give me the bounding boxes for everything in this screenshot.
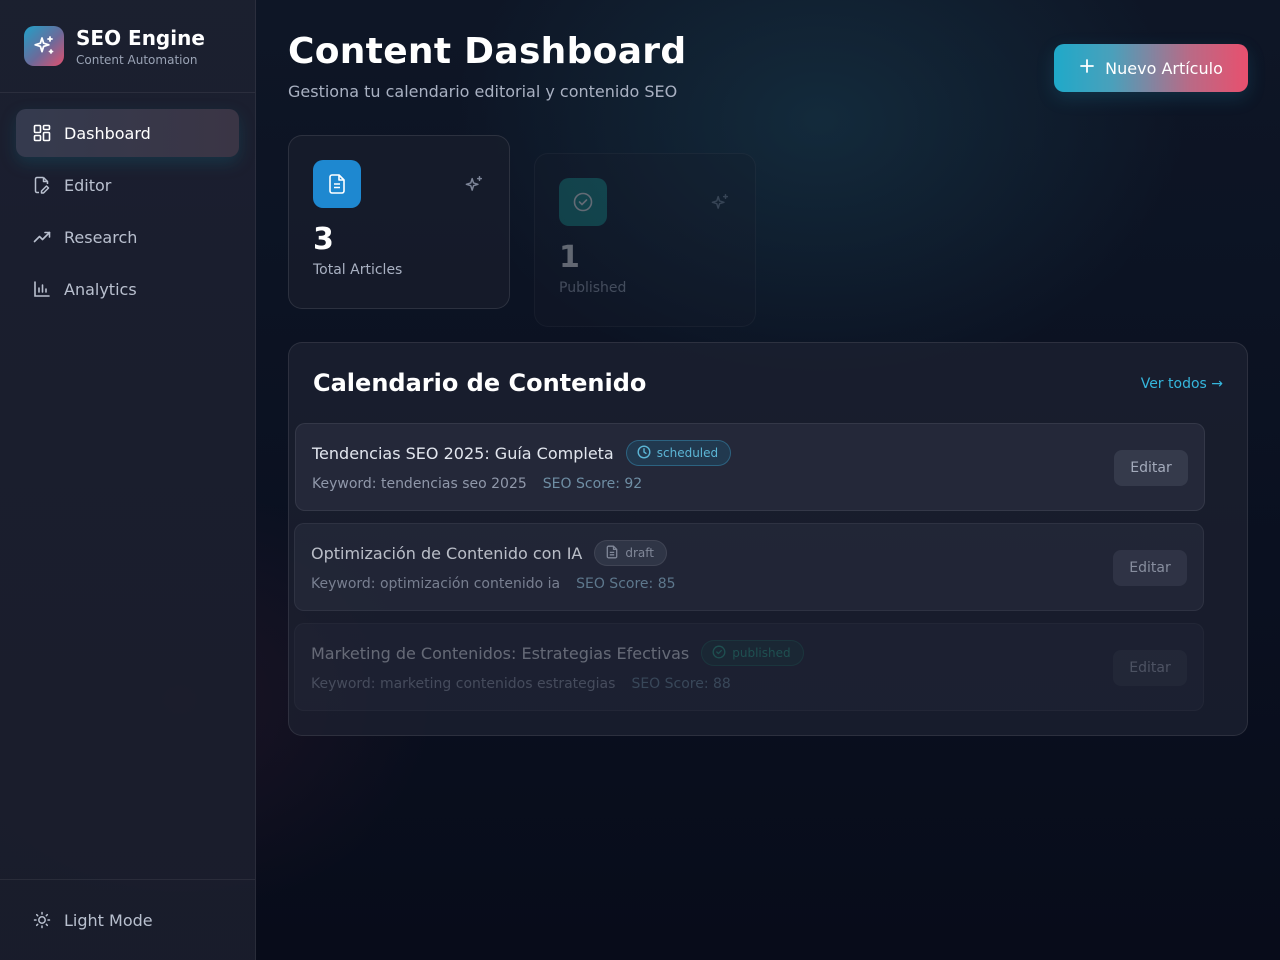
document-icon [313, 160, 361, 208]
sidebar-item-label: Editor [64, 175, 112, 195]
sidebar-footer: Light Mode [0, 879, 255, 960]
article-seo-score: SEO Score: 88 [631, 676, 731, 692]
status-badge: draft [594, 540, 667, 566]
article-keyword: Keyword: marketing contenidos estrategia… [311, 676, 616, 692]
brand-name: SEO Engine [76, 26, 205, 50]
sidebar-item-dashboard[interactable]: Dashboard [16, 109, 239, 157]
sidebar-item-analytics[interactable]: Analytics [16, 265, 239, 313]
stat-card-total: 3 Total Articles [288, 135, 510, 309]
article-title: Optimización de Contenido con IA [311, 543, 583, 563]
article-row[interactable]: Marketing de Contenidos: Estrategias Efe… [294, 623, 1204, 711]
sidebar-nav: Dashboard Editor Research Analytics [0, 93, 255, 313]
bar-chart-icon [32, 279, 52, 299]
article-title: Tendencias SEO 2025: Guía Completa [312, 443, 614, 463]
brand: SEO Engine Content Automation [0, 0, 255, 93]
article-row[interactable]: Optimización de Contenido con IA draft K… [294, 523, 1204, 611]
edit-button[interactable]: Editar [1113, 650, 1187, 686]
article-seo-score: SEO Score: 85 [576, 576, 676, 592]
page-subtitle: Gestiona tu calendario editorial y conte… [288, 82, 678, 101]
page-title: Content Dashboard [288, 31, 687, 72]
plus-icon [1079, 58, 1095, 78]
sidebar-item-label: Dashboard [64, 123, 151, 143]
stat-label: Total Articles [313, 262, 403, 278]
stat-value: 3 [313, 222, 334, 257]
status-badge-label: draft [625, 546, 654, 560]
status-badge-label: scheduled [656, 446, 719, 460]
calendar-title: Calendario de Contenido [313, 369, 647, 397]
sparkles-icon [24, 26, 64, 66]
content-calendar: Calendario de Contenido Ver todos → Tend… [288, 342, 1248, 736]
sidebar-item-editor[interactable]: Editor [16, 161, 239, 209]
sidebar: SEO Engine Content Automation Dashboard [0, 0, 256, 960]
check-circle-icon [712, 645, 726, 662]
file-edit-icon [32, 175, 52, 195]
new-article-button[interactable]: Nuevo Artículo [1054, 44, 1248, 92]
article-keyword: Keyword: optimización contenido ia [311, 576, 561, 592]
new-article-label: Nuevo Artículo [1105, 58, 1223, 78]
light-mode-toggle[interactable]: Light Mode [16, 896, 239, 944]
sparkles-icon [709, 192, 731, 214]
check-circle-icon [559, 178, 607, 226]
sidebar-item-label: Research [64, 227, 138, 247]
article-row[interactable]: Tendencias SEO 2025: Guía Completa sched… [295, 423, 1205, 511]
stat-value: 1 [559, 240, 580, 275]
sparkles-icon [463, 174, 485, 196]
status-badge-label: published [732, 646, 791, 660]
edit-button[interactable]: Editar [1114, 450, 1188, 486]
article-seo-score: SEO Score: 92 [542, 476, 643, 492]
dashboard-icon [32, 123, 52, 143]
trending-up-icon [32, 227, 52, 247]
edit-button[interactable]: Editar [1113, 550, 1187, 586]
view-all-link[interactable]: Ver todos → [1141, 376, 1223, 392]
status-badge: published [701, 640, 804, 666]
status-badge: scheduled [625, 440, 732, 466]
sun-icon [32, 910, 52, 930]
clock-icon [637, 444, 651, 462]
article-title: Marketing de Contenidos: Estrategias Efe… [311, 643, 690, 663]
stat-card-published: 1 Published [534, 153, 756, 327]
sidebar-item-label: Analytics [64, 279, 137, 299]
sidebar-item-research[interactable]: Research [16, 213, 239, 261]
document-icon [605, 545, 619, 562]
brand-subtitle: Content Automation [76, 53, 198, 67]
light-mode-label: Light Mode [64, 910, 153, 930]
article-keyword: Keyword: tendencias seo 2025 [312, 476, 527, 492]
stat-label: Published [559, 280, 627, 296]
